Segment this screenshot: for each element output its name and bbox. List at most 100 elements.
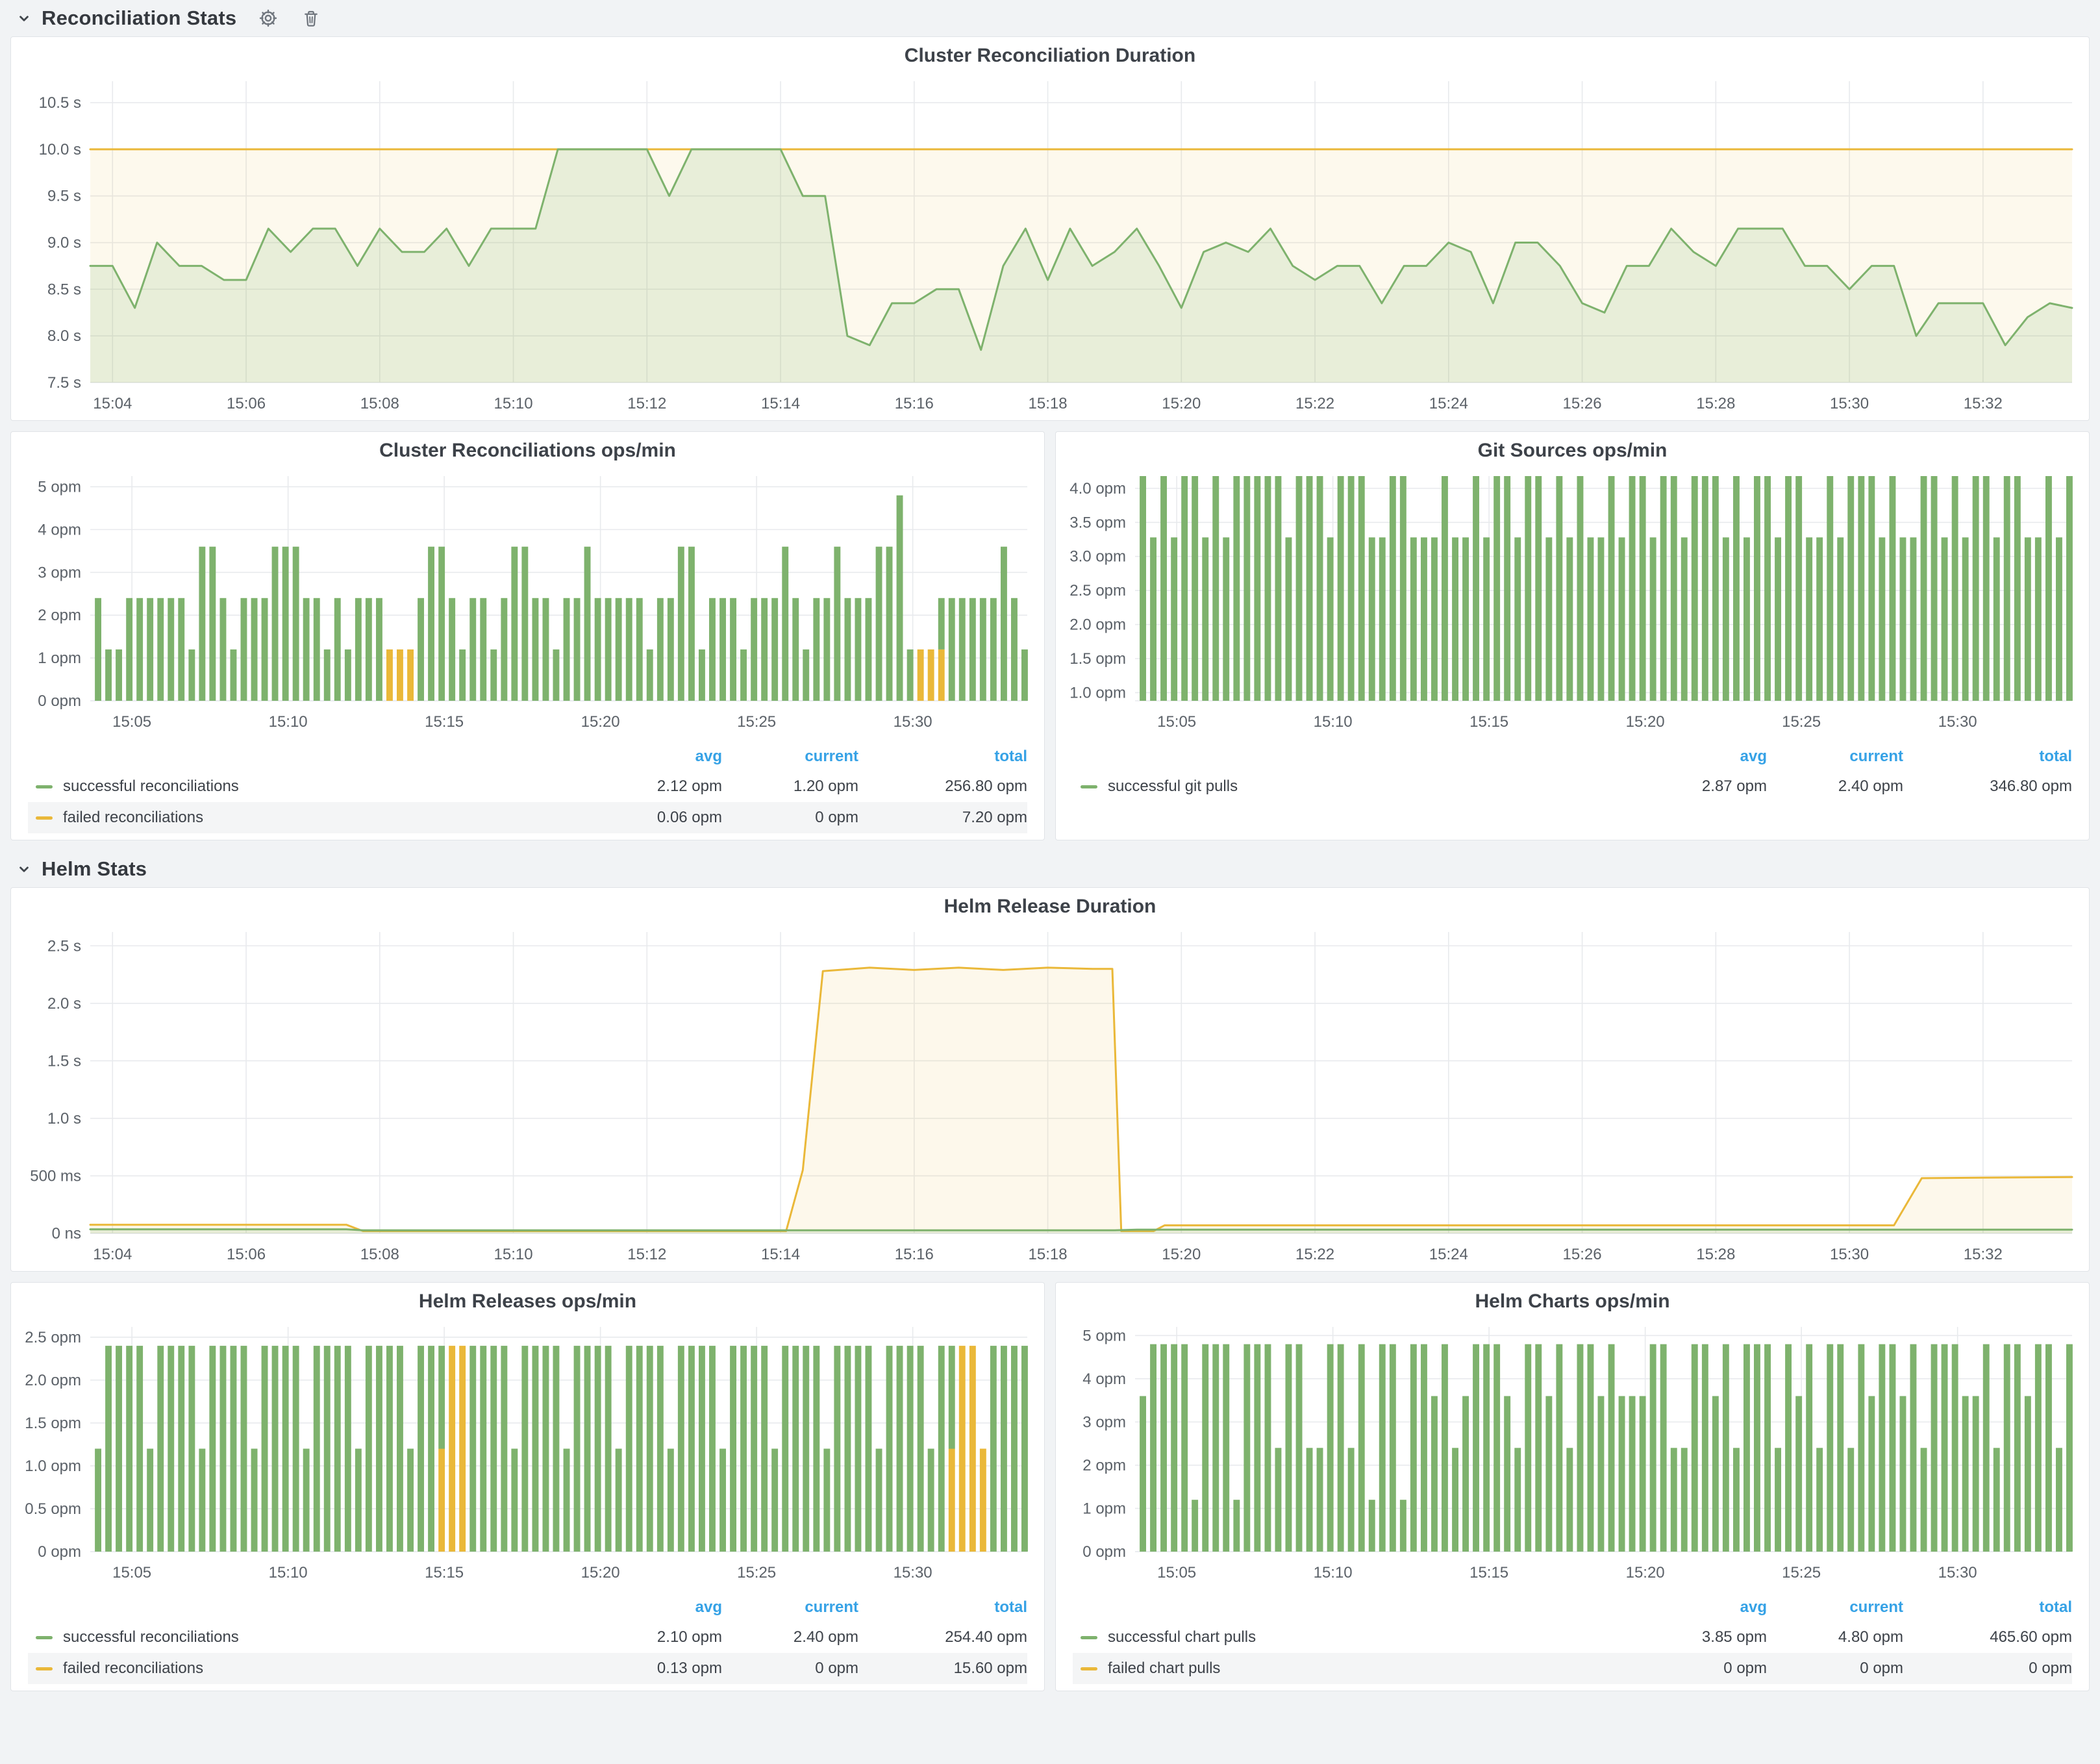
- legend-total-value: 254.40 opm: [858, 1628, 1027, 1646]
- svg-text:15:24: 15:24: [1429, 395, 1468, 412]
- legend-series-label[interactable]: failed reconciliations: [63, 1659, 203, 1678]
- trash-icon[interactable]: [300, 7, 322, 29]
- chart-cluster-reconciliations-ops[interactable]: 15:0515:1015:1515:2015:2515:300 opm1 opm…: [11, 467, 1044, 738]
- panel-title-helm-charts-ops[interactable]: Helm Charts ops/min: [1056, 1283, 2089, 1318]
- svg-text:15:14: 15:14: [761, 395, 800, 412]
- legend-current-value: 0 opm: [722, 1659, 858, 1678]
- svg-text:1.5 opm: 1.5 opm: [1069, 650, 1126, 668]
- svg-text:15:28: 15:28: [1696, 395, 1735, 412]
- legend-col-total[interactable]: total: [1903, 1598, 2072, 1617]
- panel-title-cluster-reconciliations-ops[interactable]: Cluster Reconciliations ops/min: [11, 432, 1044, 467]
- section-header-reconciliation-stats[interactable]: Reconciliation Stats: [10, 0, 2090, 36]
- legend-series-label[interactable]: failed chart pulls: [1108, 1659, 1220, 1678]
- svg-text:15:20: 15:20: [1162, 1246, 1201, 1263]
- chart-git-sources-ops[interactable]: 15:0515:1015:1515:2015:2515:301.0 opm1.5…: [1056, 467, 2089, 738]
- section-title: Reconciliation Stats: [42, 6, 236, 30]
- chevron-down-icon: [16, 10, 32, 27]
- legend-current-value: 2.40 opm: [1767, 777, 1903, 796]
- svg-text:15:25: 15:25: [737, 713, 776, 731]
- svg-text:1.0 opm: 1.0 opm: [1069, 684, 1126, 701]
- legend-current-value: 2.40 opm: [722, 1628, 858, 1646]
- legend-helm-releases: avg current total successful reconciliat…: [28, 1593, 1027, 1684]
- chart-helm-release-duration[interactable]: 15:0415:0615:0815:1015:1215:1415:1615:18…: [11, 923, 2089, 1271]
- legend-col-avg[interactable]: avg: [1631, 748, 1767, 766]
- svg-text:15:08: 15:08: [360, 395, 399, 412]
- legend-col-total[interactable]: total: [858, 748, 1027, 766]
- svg-text:3.5 opm: 3.5 opm: [1069, 514, 1126, 531]
- legend-row-failed-reconciliations: failed reconciliations 0.06 opm 0 opm 7.…: [28, 802, 1027, 833]
- svg-text:5 opm: 5 opm: [38, 478, 81, 496]
- panel-cluster-reconciliation-duration: Cluster Reconciliation Duration 15:0415:…: [10, 36, 2090, 421]
- panel-title-cluster-reconciliation-duration[interactable]: Cluster Reconciliation Duration: [11, 37, 2089, 72]
- legend-avg-value: 0.13 opm: [586, 1659, 722, 1678]
- svg-text:15:10: 15:10: [269, 1564, 308, 1581]
- svg-text:5 opm: 5 opm: [1082, 1327, 1126, 1344]
- gear-icon[interactable]: [257, 7, 279, 29]
- svg-text:15:10: 15:10: [1314, 713, 1353, 731]
- svg-text:15:20: 15:20: [581, 713, 620, 731]
- svg-text:4 opm: 4 opm: [38, 521, 81, 538]
- legend-avg-value: 2.87 opm: [1631, 777, 1767, 796]
- legend-series-label[interactable]: successful reconciliations: [63, 1628, 239, 1646]
- legend-total-value: 0 opm: [1903, 1659, 2072, 1678]
- legend-col-current[interactable]: current: [1767, 1598, 1903, 1617]
- svg-text:4.0 opm: 4.0 opm: [1069, 480, 1126, 498]
- legend-col-current[interactable]: current: [722, 748, 858, 766]
- legend-current-value: 1.20 opm: [722, 777, 858, 796]
- legend-col-current[interactable]: current: [1767, 748, 1903, 766]
- svg-text:15:15: 15:15: [1469, 713, 1508, 731]
- panel-title-helm-release-duration[interactable]: Helm Release Duration: [11, 888, 2089, 923]
- svg-text:15:15: 15:15: [425, 1564, 464, 1581]
- legend-avg-value: 0 opm: [1631, 1659, 1767, 1678]
- section-title: Helm Stats: [42, 857, 147, 881]
- svg-text:15:30: 15:30: [1830, 1246, 1869, 1263]
- svg-text:15:06: 15:06: [227, 1246, 266, 1263]
- legend-git-sources: avg current total successful git pulls 2…: [1073, 742, 2072, 802]
- series-dash-icon: [1081, 1667, 1097, 1670]
- svg-text:2.0 opm: 2.0 opm: [25, 1372, 81, 1389]
- svg-text:15:30: 15:30: [1830, 395, 1869, 412]
- legend-row-successful-reconciliations: successful reconciliations 2.10 opm 2.40…: [28, 1622, 1027, 1653]
- legend-current-value: 4.80 opm: [1767, 1628, 1903, 1646]
- panel-title-helm-releases-ops[interactable]: Helm Releases ops/min: [11, 1283, 1044, 1318]
- section-header-helm-stats[interactable]: Helm Stats: [10, 851, 2090, 887]
- svg-text:15:06: 15:06: [227, 395, 266, 412]
- legend-col-total[interactable]: total: [1903, 748, 2072, 766]
- chart-cluster-reconciliation-duration[interactable]: 15:0415:0615:0815:1015:1215:1415:1615:18…: [11, 72, 2089, 420]
- svg-text:15:10: 15:10: [269, 713, 308, 731]
- legend-col-avg[interactable]: avg: [586, 1598, 722, 1617]
- panel-cluster-reconciliations-ops: Cluster Reconciliations ops/min 15:0515:…: [10, 431, 1045, 840]
- legend-series-label[interactable]: successful git pulls: [1108, 777, 1238, 796]
- chart-helm-releases-ops[interactable]: 15:0515:1015:1515:2015:2515:300 opm0.5 o…: [11, 1318, 1044, 1589]
- series-dash-icon: [36, 1667, 53, 1670]
- legend-cluster-reconciliations: avg current total successful reconciliat…: [28, 742, 1027, 833]
- legend-series-label[interactable]: successful chart pulls: [1108, 1628, 1256, 1646]
- svg-text:15:30: 15:30: [894, 713, 932, 731]
- svg-text:15:15: 15:15: [1469, 1564, 1508, 1581]
- legend-col-current[interactable]: current: [722, 1598, 858, 1617]
- svg-text:10.0 s: 10.0 s: [39, 141, 81, 158]
- svg-text:1 opm: 1 opm: [1082, 1500, 1126, 1517]
- legend-series-label[interactable]: failed reconciliations: [63, 809, 203, 827]
- legend-avg-value: 0.06 opm: [586, 809, 722, 827]
- legend-col-total[interactable]: total: [858, 1598, 1027, 1617]
- chart-helm-charts-ops[interactable]: 15:0515:1015:1515:2015:2515:300 opm1 opm…: [1056, 1318, 2089, 1589]
- legend-col-avg[interactable]: avg: [586, 748, 722, 766]
- svg-text:15:30: 15:30: [894, 1564, 932, 1581]
- svg-text:500 ms: 500 ms: [30, 1167, 81, 1185]
- svg-text:0 ns: 0 ns: [52, 1225, 81, 1242]
- svg-text:15:20: 15:20: [1626, 1564, 1665, 1581]
- series-dash-icon: [36, 1636, 53, 1639]
- svg-text:3.0 opm: 3.0 opm: [1069, 548, 1126, 566]
- svg-text:15:24: 15:24: [1429, 1246, 1468, 1263]
- legend-col-avg[interactable]: avg: [1631, 1598, 1767, 1617]
- legend-series-label[interactable]: successful reconciliations: [63, 777, 239, 796]
- series-dash-icon: [36, 816, 53, 820]
- svg-text:7.5 s: 7.5 s: [47, 374, 81, 392]
- svg-text:15:05: 15:05: [1157, 1564, 1196, 1581]
- svg-text:1.5 s: 1.5 s: [47, 1052, 81, 1070]
- panel-helm-charts-ops: Helm Charts ops/min 15:0515:1015:1515:20…: [1055, 1282, 2090, 1691]
- legend-avg-value: 3.85 opm: [1631, 1628, 1767, 1646]
- svg-text:3 opm: 3 opm: [38, 564, 81, 581]
- panel-title-git-sources-ops[interactable]: Git Sources ops/min: [1056, 432, 2089, 467]
